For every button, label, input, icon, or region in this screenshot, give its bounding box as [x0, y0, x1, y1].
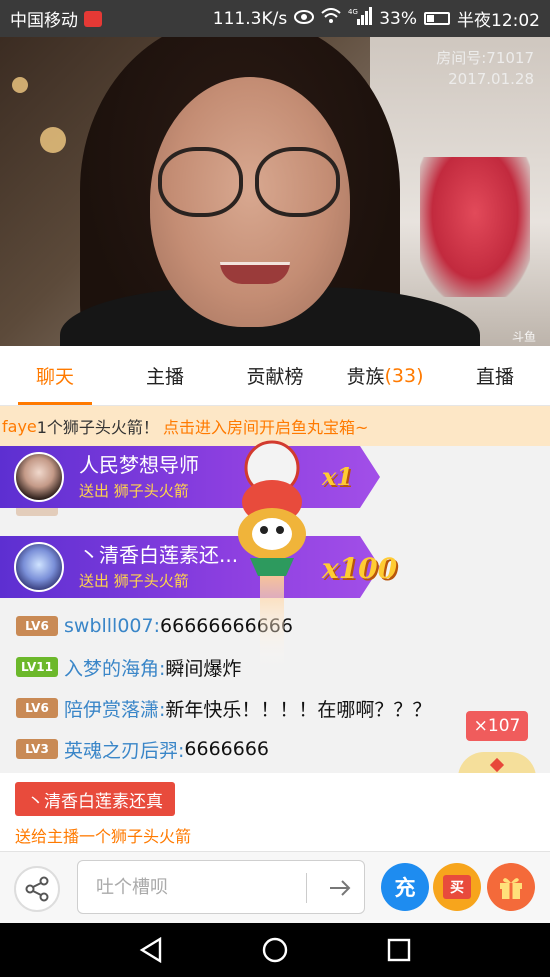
tab-live[interactable]: 直播 [440, 346, 550, 405]
clock: 半夜12:02 [457, 11, 540, 31]
tab-label: 贵族 [346, 366, 385, 388]
chat-input[interactable]: 吐个槽呗 [77, 860, 365, 914]
notice-user: faye [2, 416, 37, 436]
chat-user-name[interactable]: 陪伊赏落潇: [64, 695, 165, 722]
level-badge: LV6 [16, 698, 58, 718]
chat-message[interactable]: LV3 英魂之刃后羿: 6666666 [16, 735, 269, 763]
banner-gift-text: 送出 狮子头火箭 [79, 572, 189, 590]
room-number: 房间号:71017 [436, 49, 534, 67]
banner-gift-text: 送出 狮子头火箭 [79, 482, 189, 500]
tab-host[interactable]: 主播 [110, 346, 220, 405]
battery-percent: 33% [379, 8, 417, 29]
lion-rocket-icon [238, 440, 306, 668]
recents-icon [387, 938, 411, 962]
banner-text: 丶清香白莲素还... 送出 狮子头火箭 [79, 543, 238, 591]
home-icon [262, 937, 288, 963]
video-light [40, 127, 66, 153]
tab-chat[interactable]: 聊天 [0, 346, 110, 405]
chest-gem [489, 757, 505, 773]
chat-user-name[interactable]: swblll007: [64, 615, 160, 637]
chat-user-name[interactable]: 英魂之刃后羿: [64, 736, 184, 763]
status-right: 111.3K/s 4G 33% 半夜12:02 [213, 6, 540, 31]
recents-button[interactable] [384, 935, 414, 965]
carrier-name: 中国移动 [10, 11, 78, 31]
gift-description: 送给主播一个狮子头火箭 [15, 827, 192, 846]
eye-icon [294, 9, 315, 29]
banner-user-name: 丶清香白莲素还... [79, 543, 239, 567]
wifi-icon [321, 8, 341, 29]
chat-text: 6666666 [184, 738, 270, 760]
gift-notification: 丶清香白莲素还真 送给主播一个狮子头火箭 [0, 773, 550, 851]
glasses-left [158, 147, 243, 217]
recharge-label: 充 [394, 876, 416, 900]
sim-icon [84, 10, 102, 27]
tab-bar: 聊天 主播 贡献榜 贵族 (33) 直播 [0, 346, 550, 406]
network-speed: 111.3K/s [212, 8, 288, 29]
chat-message[interactable]: LV6 陪伊赏落潇: 新年快乐！！！！在哪啊？？？ [16, 694, 431, 722]
level-badge: LV11 [16, 657, 58, 677]
level-badge: LV3 [16, 739, 58, 759]
tab-nobility[interactable]: 贵族 (33) [330, 346, 440, 405]
level-badge: LV6 [16, 616, 58, 636]
combo-multiplier: x100 [322, 552, 398, 585]
battery-icon [424, 12, 450, 25]
chat-user-name[interactable]: 入梦的海角: [64, 654, 165, 681]
network-type: 4G [348, 8, 358, 16]
tab-label: 直播 [475, 366, 514, 388]
combo-multiplier: x1 [322, 462, 354, 491]
chat-message[interactable]: LV11 入梦的海角: 瞬间爆炸 [16, 653, 241, 681]
gift-button[interactable] [487, 863, 535, 911]
status-bar: 中国移动 111.3K/s 4G 33% 半夜12:02 [0, 0, 550, 37]
chat-text: 新年快乐！！！！在哪啊？？？ [165, 698, 432, 721]
back-button[interactable] [136, 935, 166, 965]
home-button[interactable] [260, 935, 290, 965]
avatar [14, 452, 64, 502]
recharge-button[interactable]: 充 [381, 863, 429, 911]
tab-label: 贡献榜 [246, 366, 304, 388]
battery-fill [427, 15, 435, 22]
chat-text: 瞬间爆炸 [165, 657, 242, 680]
room-info: 房间号:71017 2017.01.28 [436, 48, 534, 90]
gift-icon [500, 878, 522, 899]
notice-text: 1个狮子头火箭！ [36, 418, 159, 437]
back-icon [139, 937, 162, 963]
video-chair [420, 157, 530, 297]
signal-icon: 4G [348, 7, 373, 30]
notice-link[interactable]: 点击进入房间开启鱼丸宝箱~ [163, 414, 368, 438]
video-date: 2017.01.28 [448, 70, 534, 88]
streamer-mouth [220, 262, 290, 284]
tab-label: 聊天 [35, 366, 74, 388]
combo-count-badge[interactable]: ×107 [466, 711, 528, 741]
nobility-count: (33) [384, 364, 424, 387]
douyu-watermark: 斗鱼 [511, 330, 536, 344]
avatar [14, 542, 64, 592]
arrow-right-icon [330, 880, 351, 896]
video-light [12, 77, 28, 93]
shop-button[interactable]: 买 [433, 863, 481, 911]
tab-label: 主播 [145, 366, 184, 388]
send-button[interactable] [316, 861, 364, 915]
carrier-group: 中国移动 [10, 6, 102, 31]
input-divider [306, 873, 307, 903]
input-bar: 吐个槽呗 充 买 [0, 851, 550, 923]
share-button[interactable] [14, 866, 60, 912]
system-nav-bar [0, 923, 550, 977]
share-icon [25, 876, 49, 902]
gift-sender-tag[interactable]: 丶清香白莲素还真 [15, 782, 175, 816]
banner-user-name: 人民梦想导师 [79, 453, 199, 477]
shop-label: 买 [443, 875, 471, 899]
glasses-right [255, 147, 340, 217]
chat-input-placeholder: 吐个槽呗 [96, 877, 168, 898]
tab-contribution[interactable]: 贡献榜 [220, 346, 330, 405]
banner-text: 人民梦想导师 送出 狮子头火箭 [79, 453, 199, 501]
